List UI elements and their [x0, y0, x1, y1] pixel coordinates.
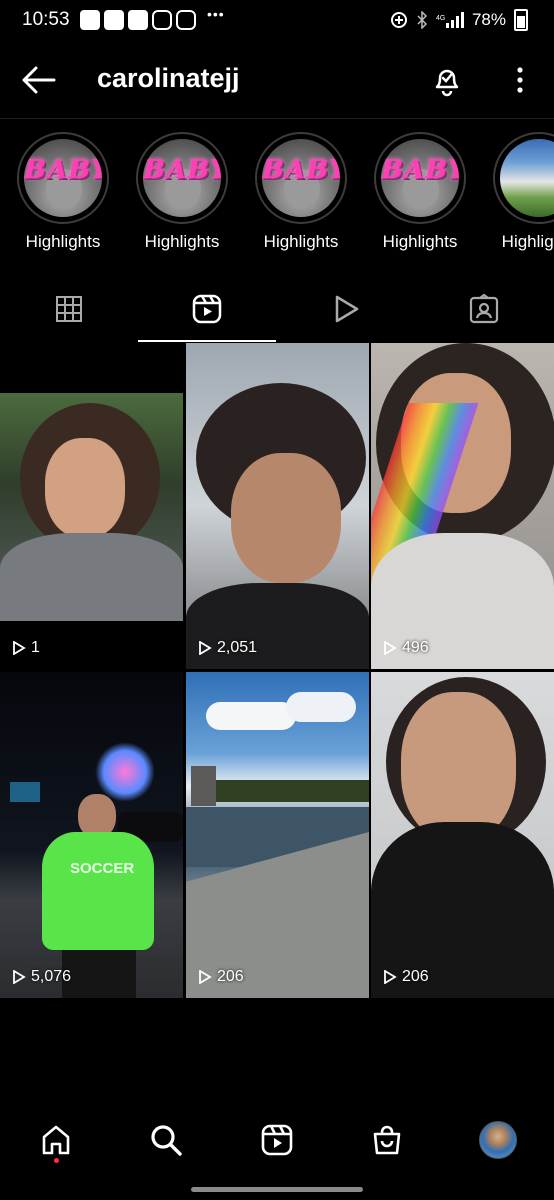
reel-view-count: 206 — [402, 968, 429, 985]
data-saver-icon — [390, 12, 407, 28]
shop-icon — [373, 1125, 401, 1155]
highlight-item[interactable]: Highlights — [489, 132, 554, 252]
reel-thumbnail[interactable]: SOCCER 5,076 — [0, 672, 183, 998]
search-icon — [151, 1125, 182, 1156]
highlight-item[interactable]: BABY Highlights — [132, 132, 232, 252]
profile-tabs — [0, 278, 554, 342]
reel-views: 496 — [383, 639, 429, 657]
highlight-label: Highlights — [144, 232, 220, 251]
highlight-cover-text: BABY — [143, 155, 221, 185]
notification-dot — [54, 1158, 59, 1163]
story-highlights: BABY Highlights BABY Highlights BABY Hig… — [0, 132, 554, 262]
reel-thumbnail[interactable]: 206 — [186, 672, 369, 998]
shirt-text: SOCCER — [70, 860, 135, 877]
reel-view-count: 496 — [402, 639, 429, 656]
reel-thumbnail[interactable]: 2,051 — [186, 343, 369, 669]
status-bar: 10:53 ••• 4G 78% — [0, 0, 554, 44]
profile-username: carolinatejj — [97, 63, 240, 93]
play-icon — [384, 970, 397, 984]
highlight-cover-text: BABY — [262, 155, 340, 185]
highlight-cover: BABY — [255, 132, 347, 224]
app-notification-icon — [104, 10, 124, 30]
reel-views: 206 — [383, 968, 429, 986]
grid-icon — [56, 296, 82, 322]
highlight-cover — [493, 132, 554, 224]
reel-thumbnail[interactable]: 1 — [0, 343, 183, 669]
reel-view-count: 1 — [31, 639, 40, 656]
reel-views: 206 — [198, 968, 244, 986]
highlight-cover: BABY — [374, 132, 466, 224]
status-right: 4G 78% — [390, 9, 528, 31]
play-icon — [13, 970, 26, 984]
highlight-item[interactable]: BABY Highlights — [251, 132, 351, 252]
highlight-label: Highlights — [382, 232, 458, 251]
highlight-item[interactable]: BABY Highlights — [370, 132, 470, 252]
reel-thumbnail[interactable]: 496 — [371, 343, 554, 669]
instagram-icon — [176, 10, 196, 30]
nav-reels[interactable] — [253, 1120, 301, 1160]
tab-reels[interactable] — [138, 278, 276, 340]
home-icon — [42, 1125, 70, 1155]
highlight-cover: BABY — [136, 132, 228, 224]
nav-shop[interactable] — [363, 1120, 411, 1160]
status-time: 10:53 — [22, 9, 70, 30]
highlight-cover-text: BABY — [24, 155, 102, 185]
notification-bell-icon[interactable] — [432, 63, 462, 97]
facebook-icon — [128, 10, 148, 30]
reel-view-count: 206 — [217, 968, 244, 985]
play-icon — [199, 970, 212, 984]
profile-avatar — [479, 1121, 517, 1159]
instagram-icon — [152, 10, 172, 30]
signal-icon: 4G — [436, 12, 464, 28]
reels-icon — [261, 1124, 293, 1156]
more-vertical-icon[interactable] — [516, 66, 524, 94]
reel-view-count: 2,051 — [217, 639, 258, 656]
tab-videos[interactable] — [276, 278, 414, 340]
highlight-cover: BABY — [17, 132, 109, 224]
highlight-label: Highlights — [263, 232, 339, 251]
highlight-cover-text: BABY — [381, 155, 459, 185]
arrow-left-icon[interactable] — [20, 64, 56, 96]
play-icon — [335, 295, 359, 323]
reel-views: 1 — [12, 639, 40, 657]
play-icon — [13, 641, 26, 655]
nav-home[interactable] — [32, 1120, 80, 1160]
more-notifications-icon: ••• — [207, 6, 225, 22]
battery-icon — [514, 9, 528, 31]
app-notification-icon — [80, 10, 100, 30]
header-divider — [0, 118, 554, 119]
bluetooth-icon — [417, 11, 428, 29]
nav-search[interactable] — [142, 1120, 190, 1160]
reel-views: 2,051 — [198, 639, 257, 657]
reel-views: 5,076 — [12, 968, 71, 986]
reels-icon — [192, 294, 222, 324]
tagged-icon — [469, 293, 499, 324]
highlight-label: Highlights — [501, 232, 554, 251]
notification-icons — [80, 10, 196, 30]
nav-profile[interactable] — [474, 1120, 522, 1160]
play-icon — [384, 641, 397, 655]
reel-view-count: 5,076 — [31, 968, 72, 985]
active-tab-indicator — [138, 340, 276, 342]
profile-header: carolinatejj — [0, 50, 554, 110]
tab-posts[interactable] — [0, 278, 138, 340]
play-icon — [199, 641, 212, 655]
svg-text:4G: 4G — [436, 15, 445, 22]
tab-tagged[interactable] — [415, 278, 553, 340]
battery-percent: 78% — [471, 10, 506, 29]
reel-thumbnail[interactable]: 206 — [371, 672, 554, 998]
highlight-item[interactable]: BABY Highlights — [13, 132, 113, 252]
bottom-nav — [0, 1110, 554, 1170]
highlight-label: Highlights — [25, 232, 101, 251]
home-indicator[interactable] — [191, 1187, 363, 1192]
